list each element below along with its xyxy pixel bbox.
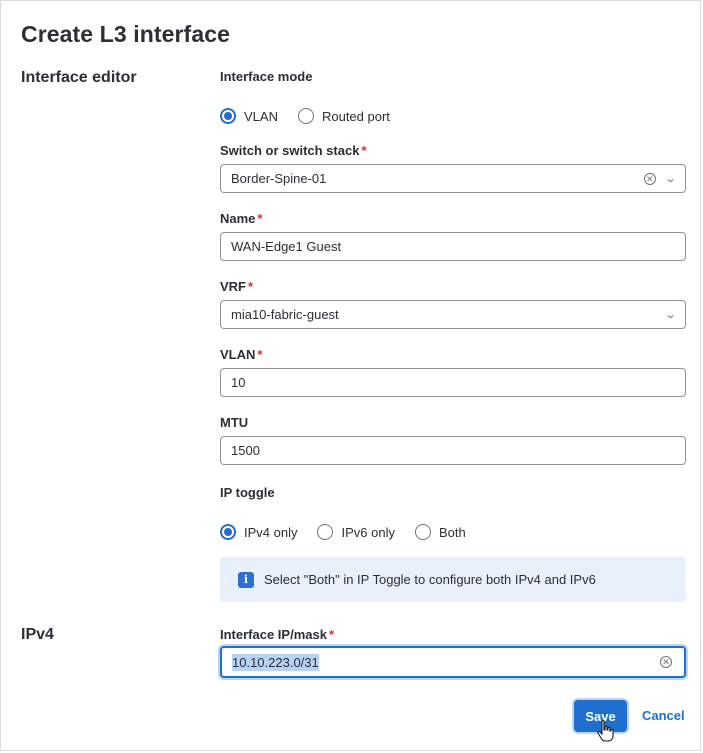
radio-unchecked-icon (297, 108, 314, 124)
radio-label: Both (438, 524, 466, 540)
vrf-select[interactable]: mia10-fabric-guest ⌄ (220, 300, 686, 329)
clear-circle-icon[interactable]: ✕ (643, 172, 656, 185)
name-label-text: Name (220, 211, 256, 226)
vlan-value: 10 (231, 375, 246, 390)
interface-mode-radio-group: VLAN Routed port (220, 108, 410, 124)
radio-vlan[interactable]: VLAN (220, 108, 278, 124)
radio-label: IPv6 only (341, 524, 395, 540)
info-icon: i (238, 571, 254, 588)
radio-label: VLAN (244, 108, 278, 124)
name-input[interactable]: WAN-Edge1 Guest (220, 232, 686, 261)
radio-label: IPv4 only (244, 524, 298, 540)
radio-checked-icon (220, 108, 236, 124)
ip-toggle-label: IP toggle (220, 485, 275, 500)
required-marker: * (257, 211, 263, 226)
radio-ipv4-only[interactable]: IPv4 only (220, 524, 297, 540)
radio-both[interactable]: Both (414, 524, 466, 540)
info-text: Select "Both" in IP Toggle to configure … (264, 572, 596, 587)
radio-unchecked-icon (317, 524, 334, 540)
interface-ip-label-text: Interface IP/mask (220, 627, 327, 642)
interface-ip-label: Interface IP/mask * (220, 627, 334, 642)
section-label-interface-editor: Interface editor (21, 69, 137, 86)
clear-circle-icon[interactable]: ✕ (660, 656, 672, 668)
cancel-button[interactable]: Cancel (642, 708, 685, 723)
interface-mode-label: Interface mode (220, 69, 313, 84)
interface-ip-input[interactable]: 10.10.223.0/31 ✕ (220, 646, 686, 678)
mtu-input[interactable]: 1500 (220, 436, 686, 465)
required-marker: * (248, 279, 254, 294)
radio-unchecked-icon (414, 524, 431, 540)
radio-routed-port[interactable]: Routed port (297, 108, 390, 124)
switch-label: Switch or switch stack * (220, 143, 367, 158)
required-marker: * (328, 627, 335, 642)
vlan-label: VLAN * (220, 347, 262, 362)
radio-checked-icon (220, 524, 236, 540)
radio-ipv6-only[interactable]: IPv6 only (317, 524, 395, 540)
switch-label-text: Switch or switch stack (220, 143, 360, 158)
vlan-input[interactable]: 10 (220, 368, 686, 397)
chevron-down-icon[interactable]: ⌄ (664, 172, 676, 185)
vrf-value: mia10-fabric-guest (231, 307, 339, 322)
mtu-value: 1500 (231, 443, 260, 458)
page-title: Create L3 interface (21, 21, 230, 47)
vrf-label: VRF * (220, 279, 253, 294)
chevron-down-icon[interactable]: ⌄ (664, 308, 676, 321)
section-label-ipv4: IPv4 (21, 626, 54, 643)
vrf-label-text: VRF (220, 279, 246, 294)
ip-toggle-radio-group: IPv4 only IPv6 only Both (220, 524, 486, 540)
hand-pointer-cursor-icon (597, 719, 614, 742)
interface-ip-value: 10.10.223.0/31 (232, 653, 319, 671)
name-value: WAN-Edge1 Guest (231, 239, 342, 254)
vlan-label-text: VLAN (220, 347, 256, 362)
mtu-label: MTU (220, 415, 249, 430)
required-marker: * (361, 143, 367, 158)
switch-select[interactable]: Border-Spine-01 ✕ ⌄ (220, 164, 686, 193)
radio-label: Routed port (321, 108, 390, 124)
info-banner: i Select "Both" in IP Toggle to configur… (220, 557, 686, 602)
switch-value: Border-Spine-01 (231, 171, 327, 186)
required-marker: * (257, 347, 263, 362)
name-label: Name * (220, 211, 262, 226)
